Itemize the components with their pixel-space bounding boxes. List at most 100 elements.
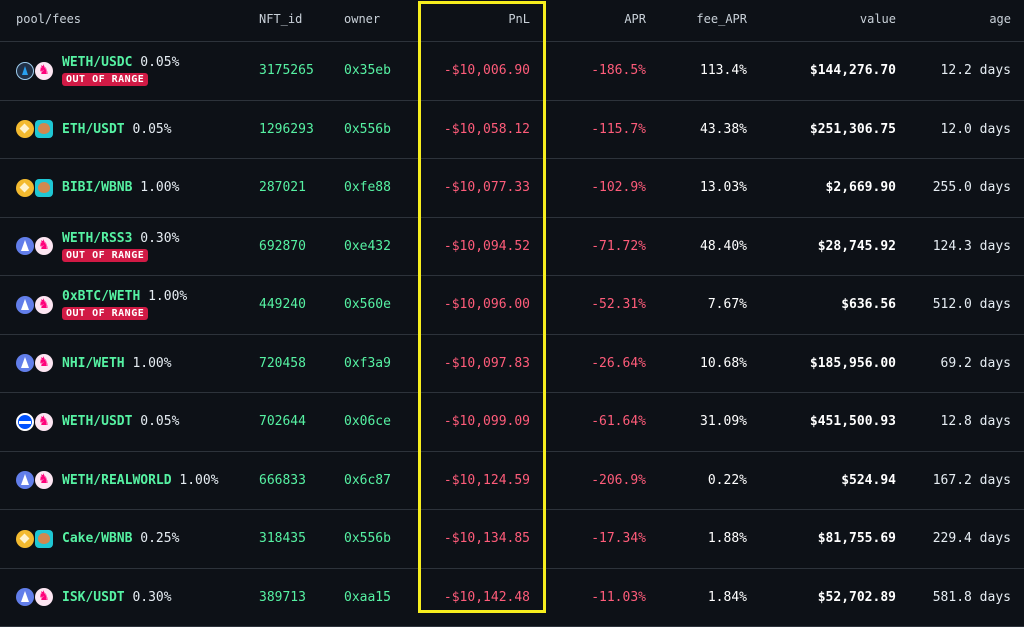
nft-id[interactable]: 702644 — [259, 414, 306, 429]
position-age: 12.0 days — [941, 122, 1011, 137]
pool-cell[interactable]: WETH/USDT 0.05% — [16, 393, 179, 450]
ethereum-icon — [16, 296, 34, 314]
pool-pair[interactable]: BIBI/WBNB — [62, 180, 132, 195]
pnl-value: -$10,142.48 — [444, 590, 530, 605]
owner-address[interactable]: 0xf3a9 — [344, 356, 391, 371]
nft-id[interactable]: 720458 — [259, 356, 306, 371]
pancakeswap-icon — [35, 120, 53, 138]
table-row[interactable]: Cake/WBNB 0.25% 318435 0x556b -$10,134.8… — [0, 510, 1024, 569]
owner-address[interactable]: 0xaa15 — [344, 590, 391, 605]
position-value: $451,500.93 — [810, 414, 896, 429]
pool-pair[interactable]: WETH/USDC — [62, 55, 132, 70]
uniswap-icon — [35, 237, 53, 255]
pool-pair[interactable]: ETH/USDT — [62, 122, 125, 137]
owner-address[interactable]: 0x06ce — [344, 414, 391, 429]
position-age: 12.8 days — [941, 414, 1011, 429]
apr-value: -206.9% — [591, 473, 646, 488]
table-row[interactable]: WETH/REALWORLD 1.00% 666833 0x6c87 -$10,… — [0, 452, 1024, 511]
pool-pair[interactable]: WETH/USDT — [62, 414, 132, 429]
header-pnl[interactable]: PnL — [508, 12, 530, 26]
owner-address[interactable]: 0x6c87 — [344, 473, 391, 488]
owner-address[interactable]: 0x556b — [344, 122, 391, 137]
header-value[interactable]: value — [860, 12, 896, 26]
position-age: 581.8 days — [933, 590, 1011, 605]
nft-id[interactable]: 1296293 — [259, 122, 314, 137]
out-of-range-badge: OUT OF RANGE — [62, 307, 148, 320]
pool-pair[interactable]: Cake/WBNB — [62, 531, 132, 546]
table-row[interactable]: WETH/USDC 0.05% OUT OF RANGE 3175265 0x3… — [0, 42, 1024, 101]
chain-dex-icons — [16, 413, 62, 431]
pool-cell[interactable]: WETH/RSS3 0.30% OUT OF RANGE — [16, 218, 179, 275]
table-row[interactable]: WETH/RSS3 0.30% OUT OF RANGE 692870 0xe4… — [0, 218, 1024, 277]
pancakeswap-icon — [35, 530, 53, 548]
pool-cell[interactable]: NHI/WETH 1.00% — [16, 335, 172, 392]
position-age: 124.3 days — [933, 239, 1011, 254]
pool-cell[interactable]: BIBI/WBNB 1.00% — [16, 159, 179, 216]
apr-value: -11.03% — [591, 590, 646, 605]
nft-id[interactable]: 389713 — [259, 590, 306, 605]
chain-dex-icons — [16, 62, 62, 80]
header-apr[interactable]: APR — [624, 12, 646, 26]
nft-id[interactable]: 692870 — [259, 239, 306, 254]
position-age: 167.2 days — [933, 473, 1011, 488]
pnl-value: -$10,058.12 — [444, 122, 530, 137]
nft-id[interactable]: 3175265 — [259, 63, 314, 78]
header-age[interactable]: age — [989, 12, 1011, 26]
apr-value: -115.7% — [591, 122, 646, 137]
fee-apr-value: 10.68% — [700, 356, 747, 371]
header-fee-apr[interactable]: fee_APR — [696, 12, 747, 26]
owner-address[interactable]: 0x560e — [344, 297, 391, 312]
chain-dex-icons — [16, 471, 62, 489]
chain-dex-icons — [16, 588, 62, 606]
pool-cell[interactable]: WETH/USDC 0.05% OUT OF RANGE — [16, 42, 179, 99]
owner-address[interactable]: 0x35eb — [344, 63, 391, 78]
pool-pair[interactable]: 0xBTC/WETH — [62, 289, 140, 304]
pnl-value: -$10,096.00 — [444, 297, 530, 312]
chain-dex-icons — [16, 354, 62, 372]
apr-value: -52.31% — [591, 297, 646, 312]
header-pool-fees[interactable]: pool/fees — [16, 12, 81, 26]
nft-id[interactable]: 666833 — [259, 473, 306, 488]
nft-id[interactable]: 287021 — [259, 180, 306, 195]
table-row[interactable]: WETH/USDT 0.05% 702644 0x06ce -$10,099.0… — [0, 393, 1024, 452]
pnl-value: -$10,124.59 — [444, 473, 530, 488]
fee-apr-value: 1.84% — [708, 590, 747, 605]
fee-apr-value: 113.4% — [700, 63, 747, 78]
nft-id[interactable]: 318435 — [259, 531, 306, 546]
pool-cell[interactable]: WETH/REALWORLD 1.00% — [16, 452, 219, 509]
position-age: 12.2 days — [941, 63, 1011, 78]
uniswap-icon — [35, 62, 53, 80]
pool-cell[interactable]: Cake/WBNB 0.25% — [16, 510, 179, 567]
pool-pair[interactable]: ISK/USDT — [62, 590, 125, 605]
table-row[interactable]: NHI/WETH 1.00% 720458 0xf3a9 -$10,097.83… — [0, 335, 1024, 394]
apr-value: -61.64% — [591, 414, 646, 429]
table-row[interactable]: ISK/USDT 0.30% 389713 0xaa15 -$10,142.48… — [0, 569, 1024, 627]
pool-fee: 1.00% — [148, 289, 187, 304]
fee-apr-value: 1.88% — [708, 531, 747, 546]
ethereum-icon — [16, 354, 34, 372]
arbitrum-icon — [16, 62, 34, 80]
position-value: $524.94 — [841, 473, 896, 488]
table-row[interactable]: BIBI/WBNB 1.00% 287021 0xfe88 -$10,077.3… — [0, 159, 1024, 218]
pool-pair[interactable]: WETH/REALWORLD — [62, 473, 172, 488]
owner-address[interactable]: 0xe432 — [344, 239, 391, 254]
fee-apr-value: 31.09% — [700, 414, 747, 429]
chain-dex-icons — [16, 120, 62, 138]
position-value: $144,276.70 — [810, 63, 896, 78]
pnl-value: -$10,094.52 — [444, 239, 530, 254]
owner-address[interactable]: 0x556b — [344, 531, 391, 546]
table-row[interactable]: ETH/USDT 0.05% 1296293 0x556b -$10,058.1… — [0, 101, 1024, 160]
table-row[interactable]: 0xBTC/WETH 1.00% OUT OF RANGE 449240 0x5… — [0, 276, 1024, 335]
pool-pair[interactable]: NHI/WETH — [62, 356, 125, 371]
pool-cell[interactable]: 0xBTC/WETH 1.00% OUT OF RANGE — [16, 276, 187, 333]
ethereum-icon — [16, 588, 34, 606]
position-value: $636.56 — [841, 297, 896, 312]
fee-apr-value: 48.40% — [700, 239, 747, 254]
owner-address[interactable]: 0xfe88 — [344, 180, 391, 195]
nft-id[interactable]: 449240 — [259, 297, 306, 312]
chain-dex-icons — [16, 237, 62, 255]
header-nft-id[interactable]: NFT_id — [259, 12, 302, 26]
pool-cell[interactable]: ETH/USDT 0.05% — [16, 101, 172, 158]
header-owner[interactable]: owner — [344, 12, 380, 26]
pool-pair[interactable]: WETH/RSS3 — [62, 231, 132, 246]
